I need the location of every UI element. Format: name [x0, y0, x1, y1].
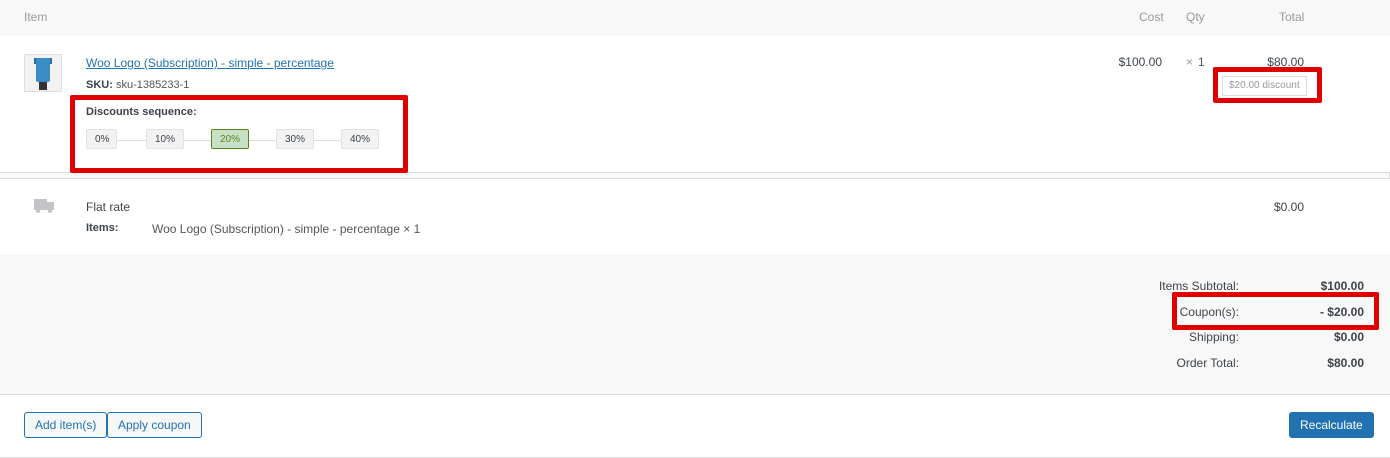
add-items-button[interactable]: Add item(s) [24, 412, 108, 438]
shipping-label: Shipping: [1188, 330, 1239, 344]
recalculate-button[interactable]: Recalculate [1289, 412, 1374, 438]
header-total: Total [1279, 10, 1305, 24]
shipping-row: Flat rate Items: Woo Logo (Subscription)… [0, 178, 1390, 255]
qty-value: 1 [1198, 55, 1205, 69]
apply-coupon-button[interactable]: Apply coupon [107, 412, 202, 438]
shipping-method: Flat rate [86, 200, 131, 214]
product-thumbnail[interactable] [24, 54, 62, 92]
product-sku: SKU: sku-1385233-1 [86, 79, 189, 91]
highlight-discount-badge [1213, 67, 1322, 103]
highlight-discounts-sequence [70, 95, 408, 173]
order-actions: Add item(s) Apply coupon Recalculate [0, 395, 1390, 457]
line-item-qty: × 1 [1186, 55, 1205, 69]
line-item-cost: $100.00 [1118, 55, 1162, 69]
header-qty: Qty [1186, 10, 1205, 24]
order-total-value: $80.00 [1327, 356, 1364, 370]
shipping-items-value: Woo Logo (Subscription) - simple - perce… [152, 222, 421, 236]
header-item: Item [24, 10, 48, 24]
product-link[interactable]: Woo Logo (Subscription) - simple - perce… [86, 56, 334, 70]
shipping-value: $0.00 [1333, 330, 1364, 344]
qty-prefix: × [1186, 55, 1194, 69]
subtotal-value: $100.00 [1320, 279, 1364, 293]
truck-icon [34, 199, 54, 213]
header-cost: Cost [1139, 10, 1164, 24]
sku-value: sku-1385233-1 [115, 79, 190, 91]
shipping-items-label: Items: [86, 222, 119, 234]
highlight-coupons [1172, 292, 1379, 330]
subtotal-label: Items Subtotal: [1158, 279, 1239, 293]
order-total-label: Order Total: [1176, 356, 1239, 370]
sku-label: SKU: [86, 79, 113, 91]
shipping-total: $0.00 [1273, 200, 1304, 214]
items-table-header: Item Cost Qty Total [0, 0, 1390, 36]
